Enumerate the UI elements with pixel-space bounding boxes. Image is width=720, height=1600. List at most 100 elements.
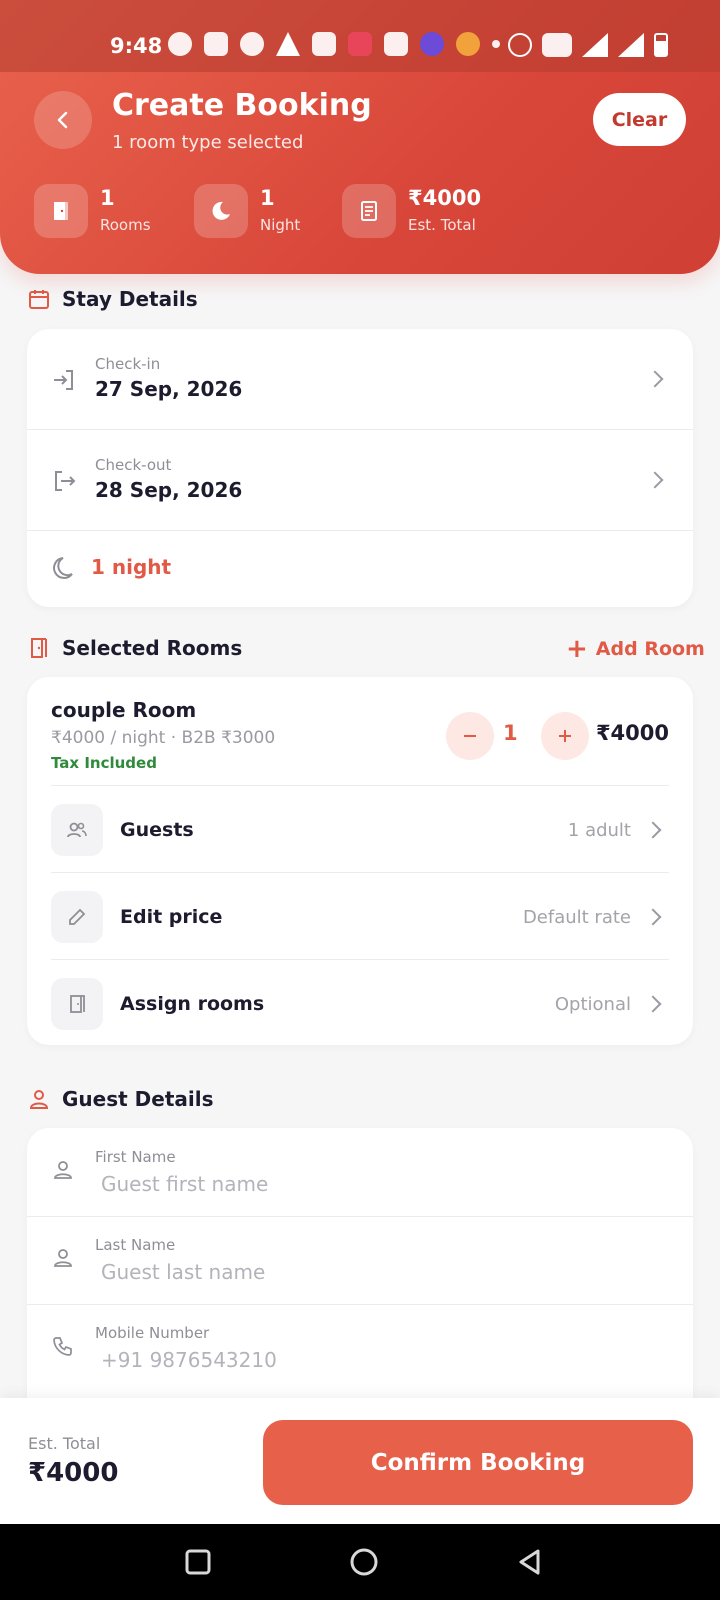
guest-card: First Name Last Name Mobile Number xyxy=(27,1128,693,1418)
more-dot-icon xyxy=(492,40,500,48)
mobile-field: Mobile Number xyxy=(27,1304,693,1391)
tax-badge: Tax Included xyxy=(51,754,157,772)
section-title-text: Stay Details xyxy=(62,287,198,311)
last-name-field: Last Name xyxy=(27,1216,693,1303)
plus-icon: + xyxy=(566,634,588,664)
stat-total: ₹4000 Est. Total xyxy=(342,184,481,238)
circle-icon xyxy=(350,1548,378,1576)
chevron-right-icon xyxy=(644,995,662,1013)
login-icon xyxy=(54,370,73,390)
stat-label: Rooms xyxy=(100,216,151,234)
checkin-label: Check-in xyxy=(95,355,161,373)
notification-icons xyxy=(168,32,500,56)
stat-value: 1 xyxy=(100,186,115,210)
room-rate: ₹4000 / night · B2B ₹3000 xyxy=(51,728,276,748)
edit-price-row[interactable]: Edit price Default rate xyxy=(51,882,669,952)
divider xyxy=(51,785,669,786)
signal-5g-icon xyxy=(618,33,644,57)
assign-rooms-row[interactable]: Assign rooms Optional xyxy=(51,969,669,1039)
minus-icon xyxy=(464,735,476,737)
guests-value: 1 adult xyxy=(567,819,631,841)
section-title-text: Guest Details xyxy=(62,1087,214,1111)
first-name-input[interactable] xyxy=(101,1172,661,1196)
system-status-icons xyxy=(508,33,668,57)
back-button[interactable] xyxy=(34,91,92,149)
footer-total-label: Est. Total xyxy=(28,1434,101,1453)
person-icon xyxy=(29,1090,49,1109)
edit-price-label: Edit price xyxy=(120,906,223,928)
guests-row[interactable]: Guests 1 adult xyxy=(51,795,669,865)
door-icon xyxy=(34,184,88,238)
assign-rooms-value: Optional xyxy=(554,993,631,1015)
checkout-label: Check-out xyxy=(95,456,172,474)
chat-icon xyxy=(240,32,264,56)
checkout-row[interactable]: Check-out 28 Sep, 2026 xyxy=(27,430,693,530)
guests-label: Guests xyxy=(120,819,194,841)
room-price: ₹4000 xyxy=(595,721,669,745)
stat-value: ₹4000 xyxy=(408,186,482,210)
checkin-row[interactable]: Check-in 27 Sep, 2026 xyxy=(27,329,693,429)
facebook-icon xyxy=(168,32,192,56)
page-subtitle: 1 room type selected xyxy=(112,132,304,153)
moon-icon xyxy=(194,184,248,238)
increment-button[interactable] xyxy=(541,712,589,760)
rooms-section-title: Selected Rooms xyxy=(28,636,242,660)
bottom-bar: Est. Total ₹4000 Confirm Booking xyxy=(0,1398,720,1524)
footer-total-value: ₹4000 xyxy=(28,1458,119,1488)
chevron-right-icon xyxy=(646,370,664,388)
room-quantity: 1 xyxy=(503,721,518,745)
stay-section-title: Stay Details xyxy=(28,287,198,311)
decrement-button[interactable] xyxy=(446,712,494,760)
add-room-label: Add Room xyxy=(595,638,705,660)
checkin-value: 27 Sep, 2026 xyxy=(95,377,243,401)
stat-label: Night xyxy=(260,216,301,234)
checkout-value: 28 Sep, 2026 xyxy=(95,478,243,502)
status-time: 9:48 xyxy=(110,34,163,58)
header: 9:48 Create Booking 1 room type selected… xyxy=(0,0,720,274)
chevron-right-icon xyxy=(646,471,664,489)
app-icon xyxy=(420,32,444,56)
nights-count: 1 night xyxy=(91,555,172,579)
pencil-icon xyxy=(51,891,103,943)
mobile-input[interactable] xyxy=(101,1348,661,1372)
assign-rooms-label: Assign rooms xyxy=(120,993,265,1015)
logout-icon xyxy=(55,471,76,491)
door-icon xyxy=(51,978,103,1030)
chevron-right-icon xyxy=(644,908,662,926)
volte-icon xyxy=(542,33,572,57)
add-room-button[interactable]: + Add Room xyxy=(566,634,705,664)
confirm-booking-button[interactable]: Confirm Booking xyxy=(263,1420,693,1505)
chevron-right-icon xyxy=(644,821,662,839)
battery-icon xyxy=(654,33,668,57)
back-nav-button[interactable] xyxy=(490,1524,570,1600)
section-title-text: Selected Rooms xyxy=(62,636,243,660)
chevron-left-icon xyxy=(57,111,68,129)
app-icon xyxy=(276,32,300,56)
instagram-icon xyxy=(204,32,228,56)
edit-price-value: Default rate xyxy=(522,906,631,928)
last-name-input[interactable] xyxy=(101,1260,661,1284)
triangle-back-icon xyxy=(519,1549,540,1575)
plus-icon xyxy=(559,730,571,742)
stay-card: Check-in 27 Sep, 2026 Check-out 28 Sep, … xyxy=(27,329,693,607)
home-button[interactable] xyxy=(324,1524,404,1600)
recents-button[interactable] xyxy=(158,1524,238,1600)
clear-button[interactable]: Clear xyxy=(593,93,686,146)
receipt-icon xyxy=(342,184,396,238)
alarm-icon xyxy=(508,33,532,57)
door-icon xyxy=(31,638,47,658)
first-name-field: First Name xyxy=(27,1128,693,1215)
stat-value: 1 xyxy=(260,186,275,210)
stat-label: Est. Total xyxy=(408,216,476,234)
calendar-icon xyxy=(29,290,49,309)
stat-nights: 1 Night xyxy=(194,184,300,238)
app-icon xyxy=(312,32,336,56)
mobile-label: Mobile Number xyxy=(95,1324,210,1342)
last-name-label: Last Name xyxy=(95,1236,176,1254)
room-card: couple Room ₹4000 / night · B2B ₹3000 Ta… xyxy=(27,677,693,1045)
person-icon xyxy=(54,1161,72,1179)
first-name-label: First Name xyxy=(95,1148,176,1166)
phone-icon xyxy=(53,1337,72,1356)
signal-icon xyxy=(582,33,608,57)
person-icon xyxy=(54,1249,72,1267)
